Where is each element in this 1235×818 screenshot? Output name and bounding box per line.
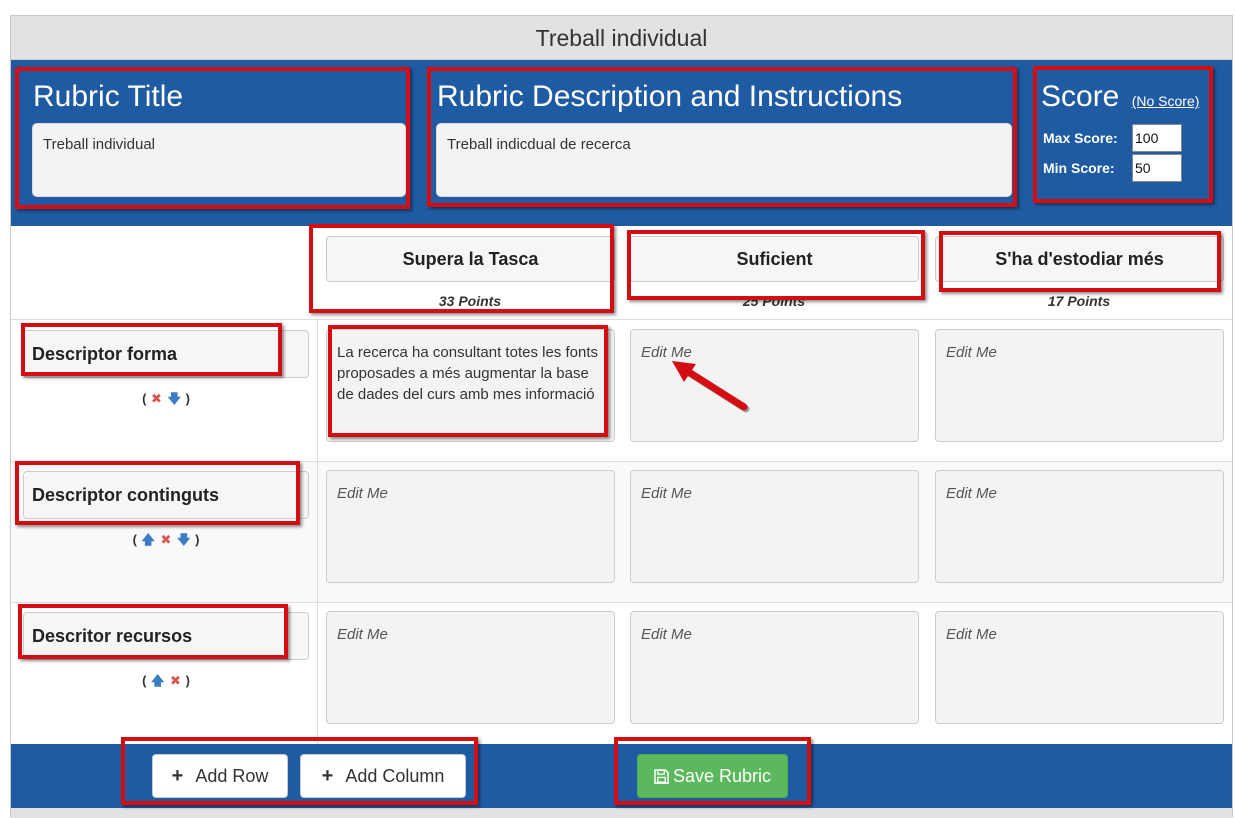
cell-3-2[interactable]: Edit Me [630, 611, 919, 724]
paren-close: ) [185, 673, 190, 688]
row-controls-2: ( 🡅 ✖ 🡇 ) [111, 531, 221, 553]
plus-icon: + [321, 765, 334, 787]
row-divider [11, 319, 1232, 320]
column-header-2[interactable]: Suficient [630, 236, 919, 282]
column-points-3: 17 Points [1047, 293, 1111, 309]
row-divider [11, 461, 1232, 462]
row-controls-3: ( 🡅 ✖ ) [111, 672, 221, 694]
row-label-1[interactable]: Descriptor forma [23, 330, 309, 378]
move-down-icon[interactable]: 🡇 [168, 390, 181, 412]
column-points-1: 33 Points [438, 293, 502, 309]
paren-close: ) [185, 391, 190, 406]
min-score-input[interactable] [1132, 154, 1182, 182]
paren-open: ( [142, 673, 147, 688]
plus-icon: + [171, 765, 184, 787]
rubric-title-field[interactable]: Treball individual [32, 123, 406, 197]
save-rubric-button[interactable]: Save Rubric [637, 754, 788, 798]
cell-1-3[interactable]: Edit Me [935, 329, 1224, 442]
move-down-icon[interactable]: 🡇 [177, 531, 190, 553]
cell-2-3[interactable]: Edit Me [935, 470, 1224, 583]
min-score-label: Min Score: [1043, 160, 1115, 176]
save-rubric-label: Save Rubric [672, 766, 772, 786]
delete-row-icon[interactable]: ✖ [161, 532, 172, 548]
cell-3-1[interactable]: Edit Me [326, 611, 615, 724]
paren-open: ( [132, 532, 137, 547]
rubric-grid: Supera la Tasca 33 Points Suficient 25 P… [11, 226, 1232, 744]
score-heading: Score (No Score) [1041, 80, 1199, 114]
row-controls-1: ( ✖ 🡇 ) [111, 390, 221, 412]
score-heading-text: Score [1041, 80, 1120, 113]
rubric-header: Rubric Title Treball individual Rubric D… [11, 60, 1232, 226]
row-divider [11, 602, 1232, 603]
row-label-3[interactable]: Descritor recursos [23, 612, 309, 660]
column-points-2: 25 Points [742, 293, 806, 309]
cell-2-1[interactable]: Edit Me [326, 470, 615, 583]
move-up-icon[interactable]: 🡅 [142, 531, 155, 553]
description-heading: Rubric Description and Instructions [437, 80, 903, 113]
cell-3-3[interactable]: Edit Me [935, 611, 1224, 724]
row-label-2[interactable]: Descriptor continguts [23, 471, 309, 519]
max-score-label: Max Score: [1043, 130, 1118, 146]
cell-2-2[interactable]: Edit Me [630, 470, 919, 583]
paren-close: ) [195, 532, 200, 547]
add-column-button[interactable]: + Add Column [300, 754, 466, 798]
column-divider [317, 319, 318, 744]
window-title: Treball individual [11, 16, 1232, 60]
column-header-1[interactable]: Supera la Tasca [326, 236, 615, 282]
delete-row-icon[interactable]: ✖ [170, 673, 181, 689]
max-score-input[interactable] [1132, 124, 1182, 152]
rubric-editor: Treball individual Rubric Title Treball … [10, 15, 1233, 818]
paren-open: ( [142, 391, 147, 406]
no-score-link[interactable]: (No Score) [1132, 93, 1200, 109]
rubric-title-heading: Rubric Title [33, 80, 184, 113]
rubric-footer: + Add Row + Add Column Save Rubric [11, 744, 1232, 808]
delete-row-icon[interactable]: ✖ [151, 391, 162, 407]
description-field[interactable]: Treball indicdual de recerca [436, 123, 1012, 197]
cell-1-1[interactable]: La recerca ha consultant totes les fonts… [326, 329, 615, 442]
add-row-label: Add Row [195, 766, 269, 786]
floppy-disk-icon [654, 769, 669, 784]
column-header-3[interactable]: S'ha d'estodiar més [935, 236, 1224, 282]
move-up-icon[interactable]: 🡅 [151, 672, 164, 694]
annotation-arrow-icon [672, 361, 750, 413]
add-row-button[interactable]: + Add Row [152, 754, 288, 798]
add-column-label: Add Column [345, 766, 445, 786]
